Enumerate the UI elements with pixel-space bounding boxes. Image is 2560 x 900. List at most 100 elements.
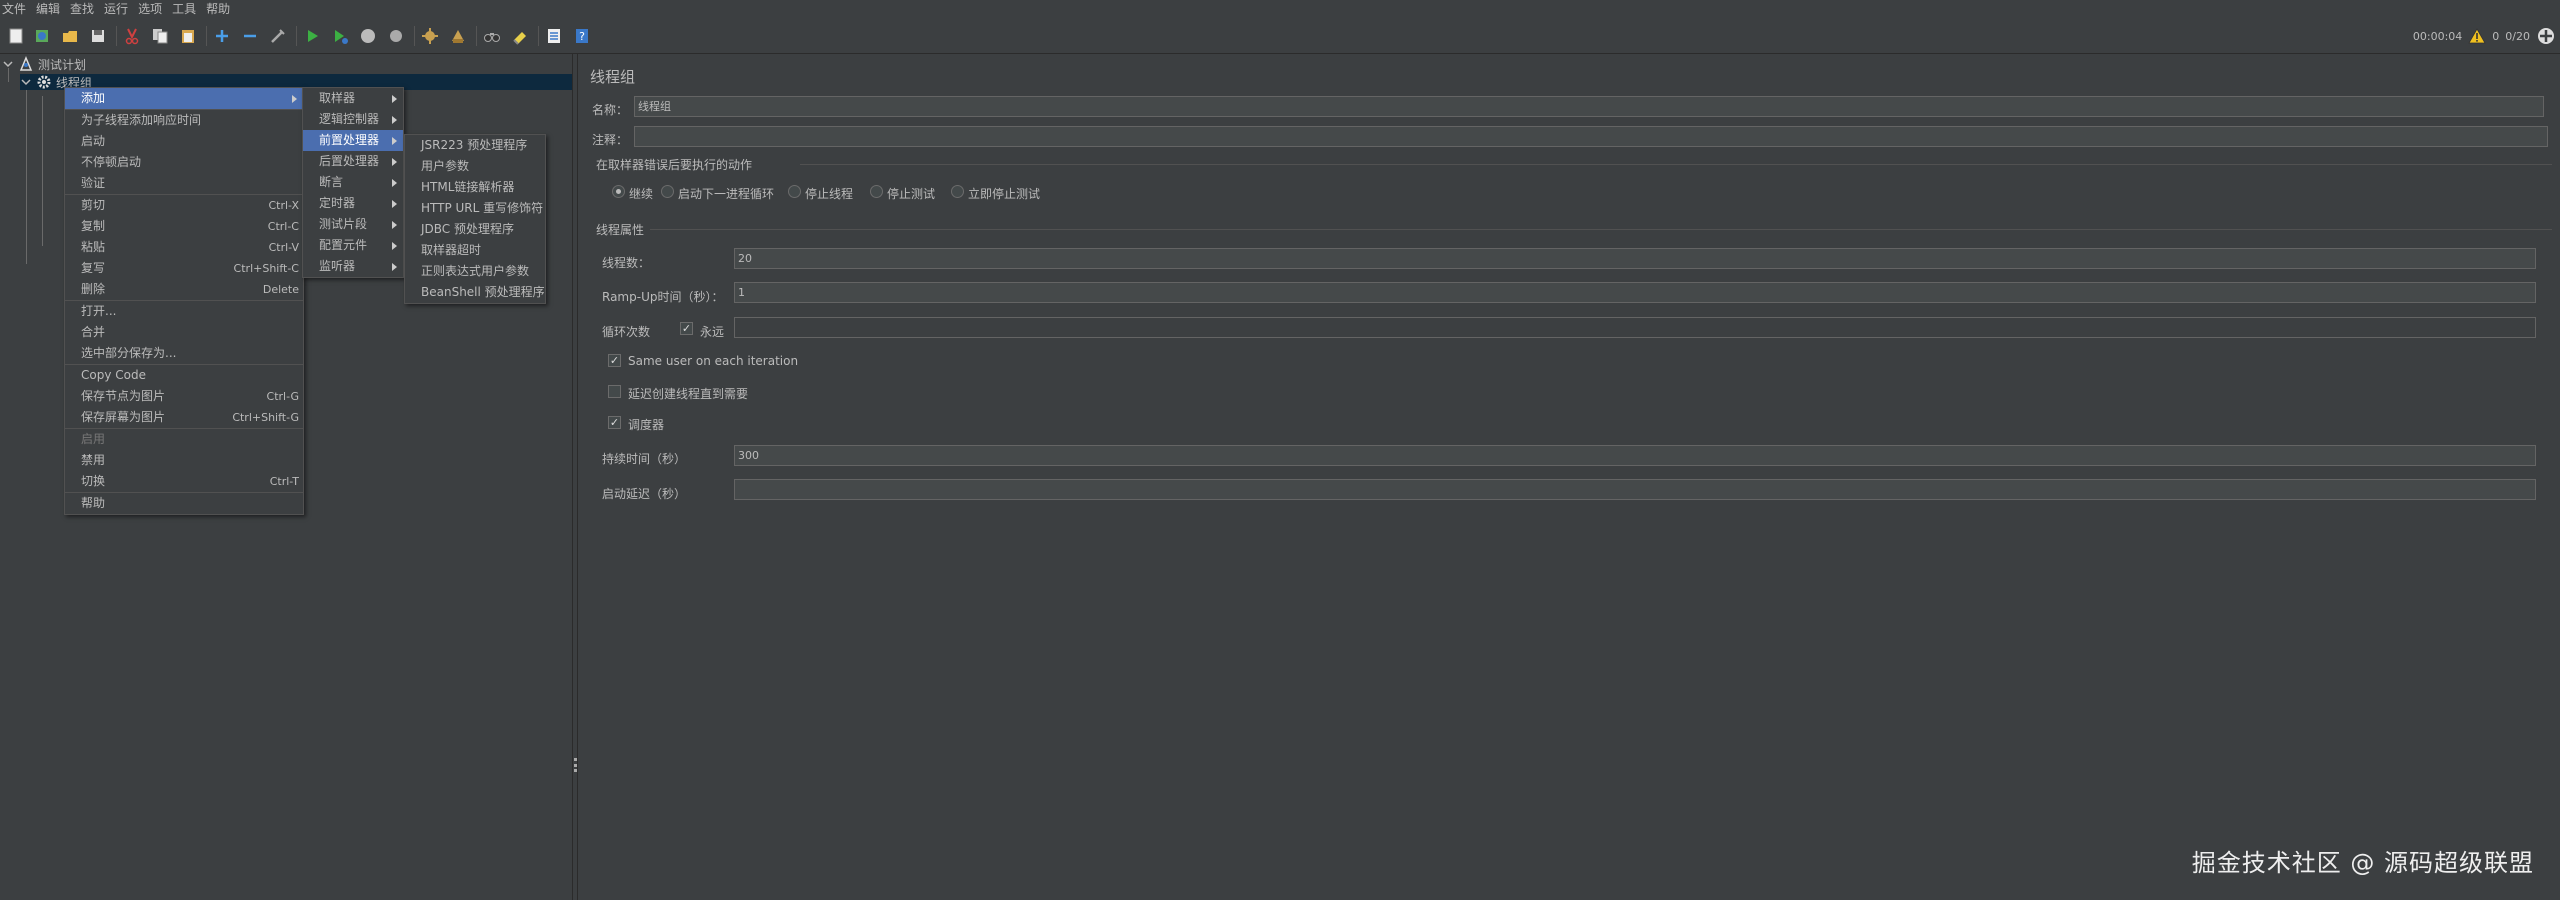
- context-menu-item-2[interactable]: 为子线程添加响应时间: [65, 110, 303, 131]
- start-icon[interactable]: [302, 26, 322, 46]
- context-menu-item-18[interactable]: 保存节点为图片 Ctrl-G: [65, 386, 303, 407]
- add-menu-item-0[interactable]: 取样器: [303, 88, 403, 109]
- scheduler-checkbox[interactable]: ✓: [608, 416, 621, 429]
- error-action-stop-thread-radio[interactable]: [788, 185, 801, 198]
- menu-item-label: 保存屏幕为图片: [81, 410, 166, 424]
- new-icon[interactable]: [6, 26, 26, 46]
- reset-search-icon[interactable]: [510, 26, 530, 46]
- preprocessor-menu-item-5[interactable]: 取样器超时: [405, 240, 545, 261]
- tree-node-test-plan[interactable]: 测试计划: [2, 56, 86, 72]
- context-menu-item-9[interactable]: 粘贴 Ctrl-V: [65, 237, 303, 258]
- add-menu-item-1[interactable]: 逻辑控制器: [303, 109, 403, 130]
- error-action-continue-radio[interactable]: [612, 185, 625, 198]
- chevron-down-icon[interactable]: [2, 58, 14, 70]
- loop-count-field[interactable]: [734, 317, 2536, 338]
- context-menu-item-17[interactable]: Copy Code: [65, 365, 303, 386]
- open-icon[interactable]: [60, 26, 80, 46]
- error-action-label: 停止线程: [805, 187, 854, 201]
- same-user-checkbox[interactable]: ✓: [608, 354, 621, 367]
- context-menu-item-25[interactable]: 帮助: [65, 493, 303, 514]
- menu-item-label: 复制: [81, 219, 106, 233]
- remote-settings-icon[interactable]: [2536, 26, 2556, 46]
- add-menu-item-6[interactable]: 测试片段: [303, 214, 403, 235]
- chevron-down-icon[interactable]: [20, 76, 32, 88]
- add-menu-item-4[interactable]: 断言: [303, 172, 403, 193]
- help-icon[interactable]: ?: [572, 26, 592, 46]
- menu-edit[interactable]: 编辑: [34, 0, 66, 18]
- add-menu-item-2[interactable]: 前置处理器: [303, 130, 403, 151]
- test-plan-icon: [19, 56, 33, 71]
- paste-icon[interactable]: [178, 26, 198, 46]
- clear-all-icon[interactable]: [448, 26, 468, 46]
- error-action-stop-now-radio[interactable]: [951, 185, 964, 198]
- menu-search[interactable]: 查找: [68, 0, 100, 18]
- preprocessor-menu-item-6[interactable]: 正则表达式用户参数: [405, 261, 545, 282]
- delay-thread-creation-checkbox[interactable]: [608, 385, 621, 398]
- comment-field[interactable]: [634, 126, 2548, 147]
- save-icon[interactable]: [88, 26, 108, 46]
- rampup-field[interactable]: 1: [734, 282, 2536, 303]
- error-action-label: 立即停止测试: [968, 187, 1041, 201]
- menu-run[interactable]: 运行: [102, 0, 134, 18]
- expand-icon[interactable]: [212, 26, 232, 46]
- menu-item-label: 验证: [81, 176, 106, 190]
- shutdown-icon[interactable]: [386, 26, 406, 46]
- menu-file[interactable]: 文件: [0, 0, 32, 18]
- context-menu-item-8[interactable]: 复制 Ctrl-C: [65, 216, 303, 237]
- add-menu-item-8[interactable]: 监听器: [303, 256, 403, 277]
- add-menu-item-7[interactable]: 配置元件: [303, 235, 403, 256]
- start-no-pause-icon[interactable]: [330, 26, 350, 46]
- preprocessor-menu-item-4[interactable]: JDBC 预处理程序: [405, 219, 545, 240]
- menu-options[interactable]: 选项: [136, 0, 168, 18]
- context-menu-item-13[interactable]: 打开...: [65, 301, 303, 322]
- preprocessor-menu-item-0[interactable]: JSR223 预处理程序: [405, 135, 545, 156]
- warning-icon[interactable]: [2468, 28, 2486, 44]
- context-menu-item-3[interactable]: 启动: [65, 131, 303, 152]
- toggle-icon[interactable]: [268, 26, 288, 46]
- scheduler-label: 调度器: [628, 418, 665, 432]
- context-menu-item-15[interactable]: 选中部分保存为...: [65, 343, 303, 364]
- preprocessor-menu-item-3[interactable]: HTTP URL 重写修饰符: [405, 198, 545, 219]
- cut-icon[interactable]: [122, 26, 142, 46]
- menu-item-label: 选中部分保存为...: [81, 346, 177, 360]
- add-menu-item-5[interactable]: 定时器: [303, 193, 403, 214]
- duration-label: 持续时间（秒）: [602, 452, 687, 466]
- preprocessor-menu-item-7[interactable]: BeanShell 预处理程序: [405, 282, 545, 303]
- context-menu-item-14[interactable]: 合并: [65, 322, 303, 343]
- context-menu-item-23[interactable]: 切换 Ctrl-T: [65, 471, 303, 492]
- preprocessor-menu-item-1[interactable]: 用户参数: [405, 156, 545, 177]
- copy-icon[interactable]: [150, 26, 170, 46]
- duration-field[interactable]: 300: [734, 445, 2536, 466]
- startup-delay-field[interactable]: [734, 479, 2536, 500]
- templates-icon[interactable]: [32, 26, 52, 46]
- name-field[interactable]: 线程组: [634, 96, 2544, 117]
- error-action-label: 停止测试: [887, 187, 936, 201]
- menu-item-shortcut: Ctrl+Shift-G: [232, 411, 299, 424]
- context-menu-item-5[interactable]: 验证: [65, 173, 303, 194]
- add-menu-item-3[interactable]: 后置处理器: [303, 151, 403, 172]
- threads-field[interactable]: 20: [734, 248, 2536, 269]
- function-helper-icon[interactable]: [544, 26, 564, 46]
- menu-item-label: 保存节点为图片: [81, 389, 166, 403]
- context-menu-item-22[interactable]: 禁用: [65, 450, 303, 471]
- collapse-icon[interactable]: [240, 26, 260, 46]
- error-action-stop-test-radio[interactable]: [870, 185, 883, 198]
- context-menu-item-0[interactable]: 添加: [65, 88, 303, 109]
- context-menu-item-10[interactable]: 复写 Ctrl+Shift-C: [65, 258, 303, 279]
- clear-icon[interactable]: [420, 26, 440, 46]
- context-menu-item-19[interactable]: 保存屏幕为图片 Ctrl+Shift-G: [65, 407, 303, 428]
- menu-help[interactable]: 帮助: [204, 0, 236, 18]
- menu-item-shortcut: Ctrl-X: [268, 199, 299, 212]
- menu-tools[interactable]: 工具: [170, 0, 202, 18]
- search-icon[interactable]: [482, 26, 502, 46]
- context-menu-item-4[interactable]: 不停顿启动: [65, 152, 303, 173]
- context-menu-item-21[interactable]: 启用: [65, 429, 303, 450]
- stop-icon[interactable]: [358, 26, 378, 46]
- forever-checkbox[interactable]: ✓: [680, 322, 693, 335]
- preprocessor-menu-item-2[interactable]: HTML链接解析器: [405, 177, 545, 198]
- context-menu-item-7[interactable]: 剪切 Ctrl-X: [65, 195, 303, 216]
- context-menu-item-11[interactable]: 删除 Delete: [65, 279, 303, 300]
- error-action-next-loop-radio[interactable]: [661, 185, 674, 198]
- menu-item-label: 定时器: [319, 196, 356, 210]
- svg-text:?: ?: [579, 30, 585, 43]
